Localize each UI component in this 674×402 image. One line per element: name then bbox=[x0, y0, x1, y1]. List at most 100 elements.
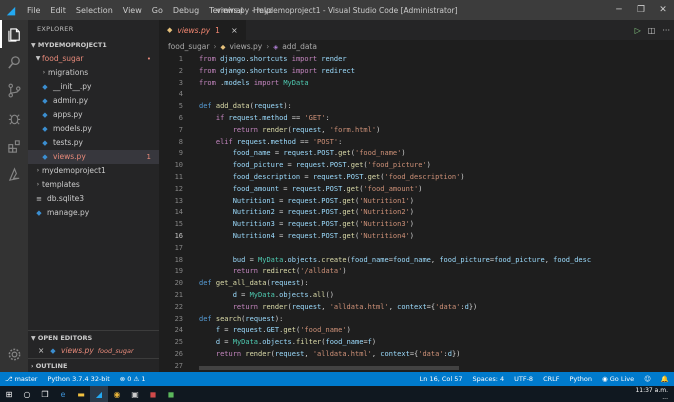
code-line[interactable]: 18 bud = MyData.objects.create(food_name… bbox=[159, 255, 674, 267]
tree-item-label: views.py bbox=[53, 152, 86, 161]
tree-item-apps-py[interactable]: ◆ apps.py bbox=[28, 108, 159, 122]
go-live-button[interactable]: ◉ Go Live bbox=[597, 375, 639, 383]
search-icon[interactable] bbox=[0, 48, 28, 76]
code-editor[interactable]: 1 from django.shortcuts import render 2 fro… bbox=[159, 54, 674, 372]
code-line[interactable]: 9 food_name = request.POST.get('food_nam… bbox=[159, 148, 674, 160]
open-editors-header[interactable]: ▼ OPEN EDITORS bbox=[28, 330, 159, 344]
app-icon[interactable]: ◼ bbox=[144, 386, 162, 402]
tree-item-migrations[interactable]: › migrations bbox=[28, 66, 159, 80]
encoding-status[interactable]: UTF-8 bbox=[509, 375, 538, 383]
azure-icon[interactable] bbox=[0, 160, 28, 188]
source-control-icon[interactable] bbox=[0, 76, 28, 104]
code-line[interactable]: 14 Nutrition2 = request.POST.get('Nutrit… bbox=[159, 207, 674, 219]
app-icon[interactable]: ◼ bbox=[162, 386, 180, 402]
code-line[interactable]: 15 Nutrition3 = request.POST.get('Nutrit… bbox=[159, 219, 674, 231]
code-line[interactable]: 3 from .models import MyData bbox=[159, 78, 674, 90]
explorer-icon[interactable] bbox=[0, 20, 28, 48]
code-line[interactable]: 7 return render(request, 'form.html') bbox=[159, 125, 674, 137]
tree-item-tests-py[interactable]: ◆ tests.py bbox=[28, 136, 159, 150]
code-line[interactable]: 6 if request.method == 'GET': bbox=[159, 113, 674, 125]
code-line[interactable]: 19 return redirect('/alldata') bbox=[159, 266, 674, 278]
code-line[interactable]: 25 d = MyData.objects.filter(food_name=f… bbox=[159, 337, 674, 349]
split-editor-icon[interactable]: ◫ bbox=[648, 26, 656, 35]
notifications-bell-icon[interactable]: 🔔 bbox=[656, 375, 674, 383]
code-line[interactable]: 13 Nutrition1 = request.POST.get('Nutrit… bbox=[159, 196, 674, 208]
code-line[interactable]: 17 bbox=[159, 243, 674, 255]
minimize-button[interactable]: ─ bbox=[608, 0, 630, 20]
code-line[interactable]: 8 elif request.method == 'POST': bbox=[159, 137, 674, 149]
windows-start-icon[interactable]: ⊞ bbox=[0, 386, 18, 402]
line-number: 1 bbox=[178, 55, 183, 63]
code-line[interactable]: 20 def get_all_data(request): bbox=[159, 278, 674, 290]
more-actions-icon[interactable]: ··· bbox=[662, 26, 670, 35]
open-editor-views-py[interactable]: × ◆ views.py food_sugar bbox=[28, 344, 159, 358]
close-tab-icon[interactable]: × bbox=[231, 26, 238, 35]
outline-header[interactable]: › OUTLINE bbox=[28, 358, 159, 372]
menu-file[interactable]: File bbox=[22, 6, 45, 15]
menu-selection[interactable]: Selection bbox=[71, 6, 118, 15]
code-line[interactable]: 26 return render(request, 'alldata.html'… bbox=[159, 349, 674, 361]
vscode-taskbar-icon[interactable]: ◢ bbox=[90, 386, 108, 402]
app-icon[interactable]: ▣ bbox=[126, 386, 144, 402]
line-number: 22 bbox=[174, 302, 183, 311]
line-number: 27 bbox=[174, 361, 183, 370]
eol-status[interactable]: CRLF bbox=[538, 375, 564, 383]
extensions-icon[interactable] bbox=[0, 132, 28, 160]
language-mode[interactable]: Python bbox=[564, 375, 597, 383]
close-editor-icon[interactable]: × bbox=[38, 344, 48, 358]
feedback-smiley-icon[interactable]: ☺ bbox=[639, 375, 656, 383]
python-interpreter[interactable]: Python 3.7.4 32-bit bbox=[42, 375, 114, 383]
menu-view[interactable]: View bbox=[118, 6, 147, 15]
settings-gear-icon[interactable] bbox=[0, 340, 28, 368]
file-explorer-icon[interactable]: ▬ bbox=[72, 386, 90, 402]
tree-item-label: admin.py bbox=[53, 96, 89, 105]
tree-item-mydemoproject1[interactable]: › mydemoproject1 bbox=[28, 164, 159, 178]
breadcrumb-file[interactable]: views.py bbox=[229, 40, 262, 54]
debug-icon[interactable] bbox=[0, 104, 28, 132]
code-line[interactable]: 22 return render(request, 'alldata.html'… bbox=[159, 302, 674, 314]
code-line[interactable]: 12 food_amount = request.POST.get('food_… bbox=[159, 184, 674, 196]
menu-go[interactable]: Go bbox=[147, 6, 168, 15]
menu-help[interactable]: Help bbox=[248, 6, 276, 15]
clock-time: 11:37 a.m. bbox=[635, 387, 668, 394]
horizontal-scrollbar[interactable] bbox=[199, 366, 459, 370]
system-tray-clock[interactable]: 11:37 a.m.... bbox=[635, 387, 674, 401]
code-line[interactable]: 5 def add_data(request): bbox=[159, 101, 674, 113]
project-section-header[interactable]: ▼ MYDEMOPROJECT1 bbox=[28, 38, 159, 52]
code-line[interactable]: 11 food_description = request.POST.get('… bbox=[159, 172, 674, 184]
code-line[interactable]: 1 from django.shortcuts import render bbox=[159, 54, 674, 66]
tree-item-templates[interactable]: › templates bbox=[28, 178, 159, 192]
tree-item-manage-py[interactable]: ◆ manage.py bbox=[28, 206, 159, 220]
code-line[interactable]: 16 Nutrition4 = request.POST.get('Nutrit… bbox=[159, 231, 674, 243]
tree-item-db-sqlite3[interactable]: ≡ db.sqlite3 bbox=[28, 192, 159, 206]
branch-status[interactable]: ⎇ master bbox=[0, 375, 42, 383]
line-number: 4 bbox=[178, 90, 183, 99]
cursor-position[interactable]: Ln 16, Col 57 bbox=[415, 375, 468, 383]
run-icon[interactable]: ▷ bbox=[635, 26, 641, 35]
tree-item-admin-py[interactable]: ◆ admin.py bbox=[28, 94, 159, 108]
indentation-status[interactable]: Spaces: 4 bbox=[468, 375, 510, 383]
tree-item-food-sugar[interactable]: ▼ food_sugar • bbox=[28, 52, 159, 66]
chrome-icon[interactable]: ◉ bbox=[108, 386, 126, 402]
search-icon[interactable]: ○ bbox=[18, 386, 36, 402]
maximize-button[interactable]: ❐ bbox=[630, 0, 652, 20]
breadcrumb-symbol[interactable]: add_data bbox=[282, 40, 317, 54]
tab-views-py[interactable]: ◆ views.py 1 × bbox=[159, 20, 246, 40]
menu-debug[interactable]: Debug bbox=[168, 6, 204, 15]
tree-item-views-py[interactable]: ◆ views.py 1 bbox=[28, 150, 159, 164]
problems-status[interactable]: ⊗ 0 ⚠ 1 bbox=[115, 375, 151, 383]
code-line[interactable]: 10 food_picture = request.POST.get('food… bbox=[159, 160, 674, 172]
tree-item-models-py[interactable]: ◆ models.py bbox=[28, 122, 159, 136]
breadcrumb-folder[interactable]: food_sugar bbox=[168, 40, 209, 54]
menu-terminal[interactable]: Terminal bbox=[204, 6, 248, 15]
code-line[interactable]: 21 d = MyData.objects.all() bbox=[159, 290, 674, 302]
code-line[interactable]: 23 def search(request): bbox=[159, 314, 674, 326]
tree-item-init-py[interactable]: ◆ __init__.py bbox=[28, 80, 159, 94]
task-view-icon[interactable]: ❒ bbox=[36, 386, 54, 402]
code-line[interactable]: 4 bbox=[159, 89, 674, 101]
code-line[interactable]: 24 f = request.GET.get('food_name') bbox=[159, 325, 674, 337]
close-window-button[interactable]: ✕ bbox=[652, 0, 674, 20]
menu-edit[interactable]: Edit bbox=[45, 6, 71, 15]
edge-browser-icon[interactable]: e bbox=[54, 386, 72, 402]
code-line[interactable]: 2 from django.shortcuts import redirect bbox=[159, 66, 674, 78]
